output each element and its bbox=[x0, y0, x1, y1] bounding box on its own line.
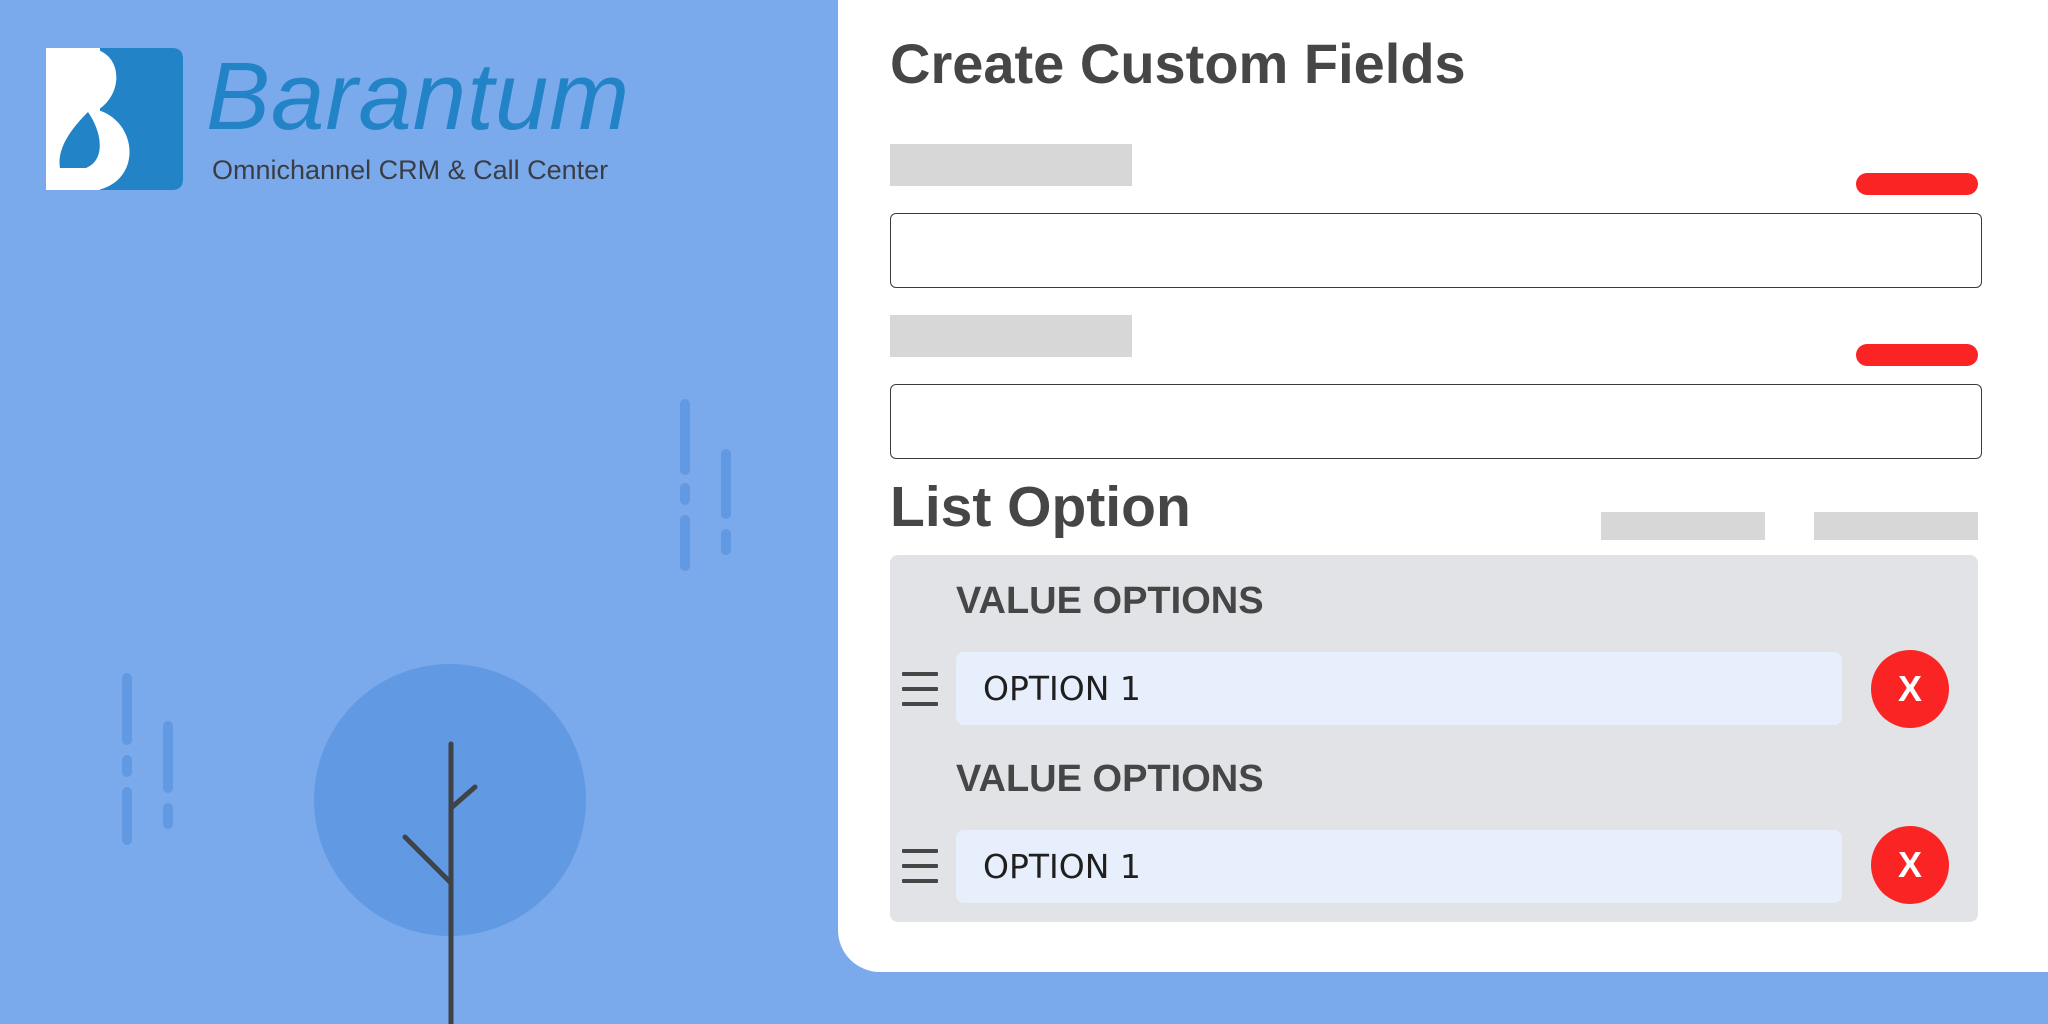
custom-field-input-2[interactable] bbox=[890, 384, 1982, 459]
list-option-title: List Option bbox=[890, 475, 1191, 539]
custom-field-input-1[interactable] bbox=[890, 213, 1982, 288]
required-indicator bbox=[1856, 173, 1978, 195]
custom-fields-card: Create Custom Fields List Option VALUE O… bbox=[838, 0, 2048, 972]
drag-handle-icon[interactable] bbox=[902, 849, 938, 883]
drag-handle-icon[interactable] bbox=[902, 672, 938, 706]
list-action-placeholder[interactable] bbox=[1814, 512, 1978, 540]
list-action-placeholder[interactable] bbox=[1601, 512, 1765, 540]
remove-option-button[interactable]: X bbox=[1871, 826, 1949, 904]
page-title: Create Custom Fields bbox=[890, 32, 1466, 95]
value-options-panel: VALUE OPTIONS X VALUE OPTIONS X bbox=[890, 555, 1978, 922]
value-options-label: VALUE OPTIONS bbox=[956, 758, 1264, 800]
remove-option-button[interactable]: X bbox=[1871, 650, 1949, 728]
value-options-label: VALUE OPTIONS bbox=[956, 580, 1264, 622]
tree-illustration bbox=[122, 399, 731, 1024]
option-value-input-1[interactable] bbox=[956, 652, 1842, 725]
option-value-input-2[interactable] bbox=[956, 830, 1842, 903]
field-label-placeholder bbox=[890, 315, 1132, 357]
required-indicator bbox=[1856, 344, 1978, 366]
field-label-placeholder bbox=[890, 144, 1132, 186]
